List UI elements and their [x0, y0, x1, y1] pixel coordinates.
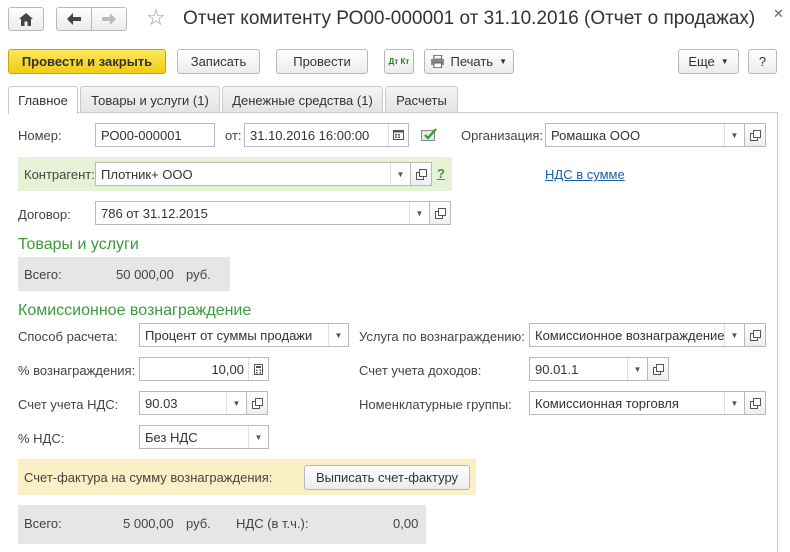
open-form-icon [252, 398, 263, 409]
chevron-down-icon[interactable]: ▼ [724, 124, 744, 146]
vat-rate-field[interactable]: Без НДС ▼ [139, 425, 269, 449]
vat-account-open-button[interactable] [246, 391, 268, 415]
income-account-open-button[interactable] [647, 357, 669, 381]
open-form-icon [416, 169, 427, 180]
commission-totals-panel [18, 505, 426, 544]
nomenclature-label: Номенклатурные группы: [359, 397, 512, 412]
help-button[interactable]: ? [748, 49, 777, 74]
invoice-label: Счет-фактура на сумму вознаграждения: [24, 470, 273, 485]
vat-in-amount-link[interactable]: НДС в сумме [545, 167, 625, 182]
date-label: от: [225, 128, 242, 143]
arrow-left-icon [67, 13, 81, 25]
commission-currency: руб. [186, 516, 211, 531]
vat-account-field[interactable]: 90.03 ▼ [139, 391, 247, 415]
service-label: Услуга по вознаграждению: [359, 329, 525, 344]
open-form-icon [750, 398, 761, 409]
counterparty-open-button[interactable] [410, 162, 432, 186]
percent-field[interactable]: 10,00 [139, 357, 269, 381]
help-question-icon[interactable]: ? [437, 166, 445, 181]
close-icon[interactable]: ✕ [773, 6, 784, 22]
calendar-icon[interactable] [388, 124, 408, 146]
home-button[interactable] [8, 7, 44, 31]
percent-label: % вознаграждения: [18, 363, 136, 378]
post-button[interactable]: Провести [276, 49, 368, 74]
chevron-down-icon[interactable]: ▼ [226, 392, 246, 414]
tab-goods-services[interactable]: Товары и услуги (1) [80, 86, 220, 113]
issue-invoice-button[interactable]: Выписать счет-фактуру [304, 465, 470, 490]
more-button[interactable]: Еще ▼ [678, 49, 739, 74]
print-button[interactable]: Печать ▼ [424, 49, 514, 74]
calculator-icon[interactable] [248, 358, 268, 380]
favorite-star-icon[interactable]: ☆ [146, 7, 166, 29]
chevron-down-icon[interactable]: ▼ [390, 163, 410, 185]
commission-section-title: Комиссионное вознаграждение [18, 302, 252, 319]
more-label: Еще [688, 54, 715, 69]
counterparty-label: Контрагент: [24, 167, 95, 182]
nomenclature-open-button[interactable] [744, 391, 766, 415]
contract-label: Договор: [18, 207, 71, 222]
service-open-button[interactable] [744, 323, 766, 347]
open-form-icon [750, 130, 761, 141]
dtkt-button[interactable]: Дт Кт [384, 49, 414, 74]
back-button[interactable] [56, 7, 92, 31]
contract-open-button[interactable] [429, 201, 451, 225]
goods-currency: руб. [186, 267, 211, 282]
service-field[interactable]: Комиссионное вознаграждение ▼ [529, 323, 745, 347]
chevron-down-icon[interactable]: ▼ [409, 202, 429, 224]
dropdown-arrow-icon: ▼ [499, 57, 507, 66]
contract-field[interactable]: 786 от 31.12.2015 ▼ [95, 201, 430, 225]
calc-method-field[interactable]: Процент от суммы продажи ▼ [139, 323, 349, 347]
goods-total-value: 50 000,00 [116, 267, 174, 282]
dropdown-arrow-icon: ▼ [720, 57, 729, 66]
open-form-icon [435, 208, 446, 219]
income-account-field[interactable]: 90.01.1 ▼ [529, 357, 648, 381]
home-icon [19, 12, 33, 26]
tab-cash[interactable]: Денежные средства (1) [222, 86, 383, 113]
vat-included-label: НДС (в т.ч.): [236, 516, 309, 531]
page-title: Отчет комитенту РО00-000001 от 31.10.201… [183, 8, 756, 29]
chevron-down-icon[interactable]: ▼ [724, 392, 744, 414]
commission-total-label: Всего: [24, 516, 62, 531]
vat-account-label: Счет учета НДС: [18, 397, 119, 412]
printer-icon [431, 55, 445, 68]
arrow-right-icon [102, 13, 116, 25]
date-field[interactable]: 31.10.2016 16:00:00 [244, 123, 409, 147]
tab-settlements[interactable]: Расчеты [385, 86, 458, 113]
nomenclature-field[interactable]: Комиссионная торговля ▼ [529, 391, 745, 415]
goods-section-title: Товары и услуги [18, 236, 139, 253]
vat-included-value: 0,00 [393, 516, 419, 531]
chevron-down-icon[interactable]: ▼ [248, 426, 268, 448]
chevron-down-icon[interactable]: ▼ [627, 358, 647, 380]
tab-main[interactable]: Главное [8, 86, 78, 114]
chevron-down-icon[interactable]: ▼ [724, 324, 744, 346]
chevron-down-icon[interactable]: ▼ [328, 324, 348, 346]
organization-open-button[interactable] [744, 123, 766, 147]
post-and-close-button[interactable]: Провести и закрыть [8, 49, 166, 74]
open-form-icon [653, 364, 664, 375]
forward-button[interactable] [91, 7, 127, 31]
save-button[interactable]: Записать [177, 49, 260, 74]
organization-field[interactable]: Ромашка ООО ▼ [545, 123, 745, 147]
calc-method-label: Способ расчета: [18, 329, 118, 344]
posted-status-icon [421, 128, 437, 144]
income-account-label: Счет учета доходов: [359, 363, 482, 378]
commission-total-value: 5 000,00 [123, 516, 174, 531]
number-label: Номер: [18, 128, 62, 143]
open-form-icon [750, 330, 761, 341]
counterparty-field[interactable]: Плотник+ ООО ▼ [95, 162, 411, 186]
number-field[interactable]: РО00-000001 [95, 123, 215, 147]
print-label: Печать [450, 54, 494, 69]
dtkt-icon: Дт Кт [388, 56, 410, 66]
vat-rate-label: % НДС: [18, 431, 65, 446]
goods-total-label: Всего: [24, 267, 62, 282]
organization-label: Организация: [461, 128, 544, 143]
